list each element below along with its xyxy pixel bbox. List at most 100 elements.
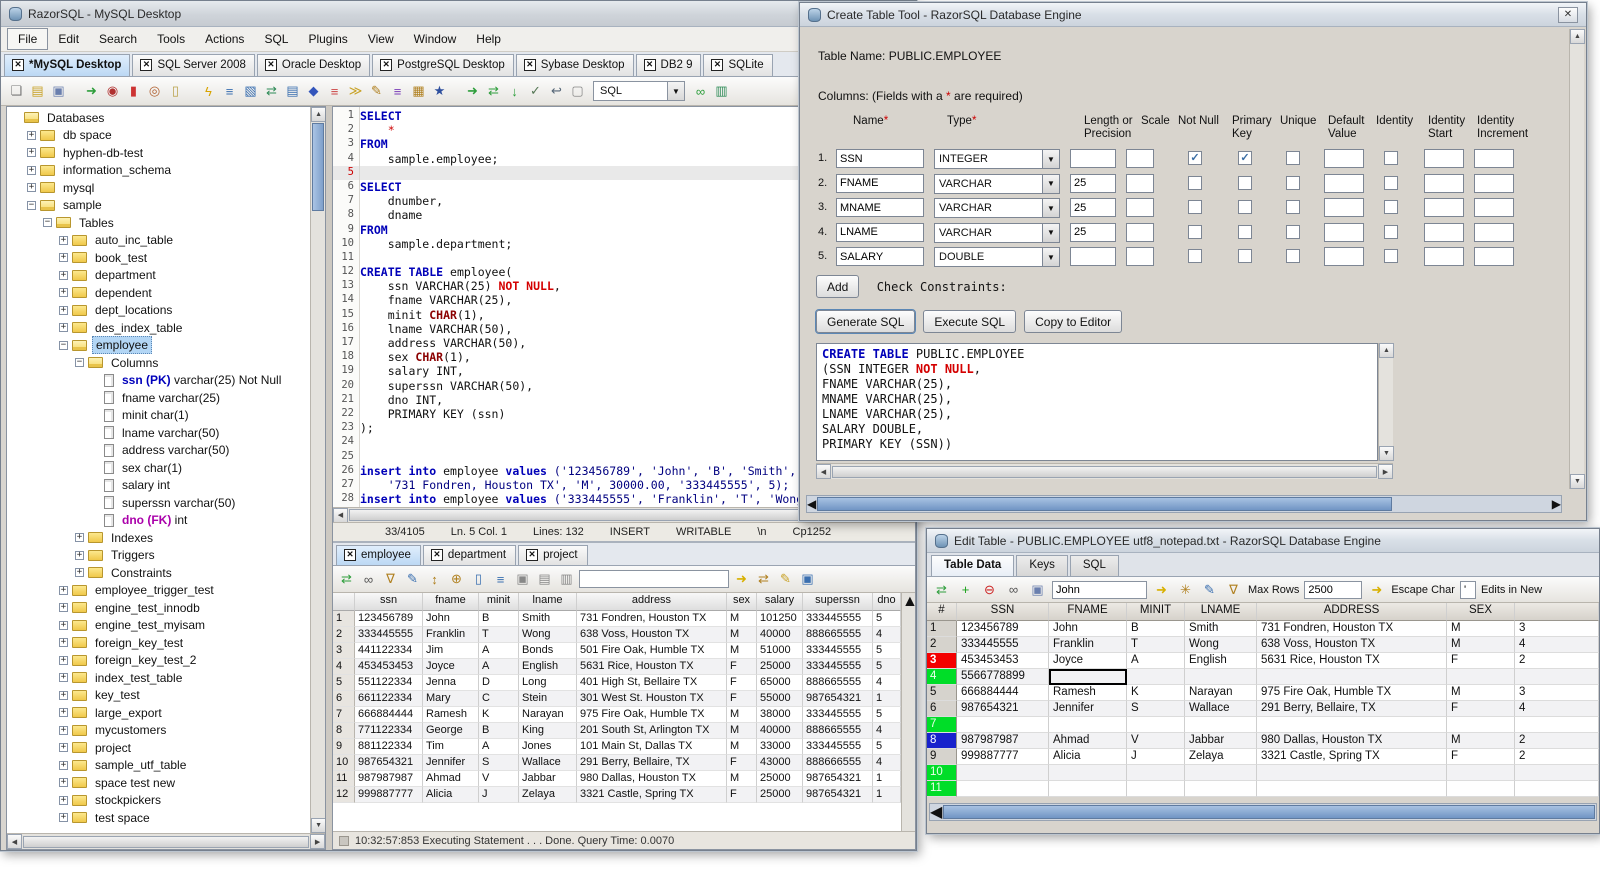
unique-checkbox[interactable] bbox=[1286, 151, 1300, 165]
length-input[interactable] bbox=[1070, 247, 1116, 266]
edit-table-cell[interactable]: English bbox=[1185, 653, 1257, 669]
edit-table-row[interactable]: 1 123456789 John B Smith 731 Fondren, Houston… bbox=[927, 621, 1599, 637]
scale-input[interactable] bbox=[1126, 222, 1154, 242]
connection-tab-postgresql-desktop[interactable]: ✕ PostgreSQL Desktop bbox=[372, 54, 514, 76]
scroll-up-icon[interactable]: ▲ bbox=[902, 593, 915, 611]
identity-increment-input[interactable] bbox=[1474, 173, 1514, 193]
table-cell[interactable]: 987654321 bbox=[803, 787, 873, 803]
tree-item-constraints[interactable]: + Constraints bbox=[7, 564, 310, 582]
tree-item-indexes[interactable]: + Indexes bbox=[7, 529, 310, 547]
row-number[interactable]: 9 bbox=[333, 739, 355, 755]
tree-item-triggers[interactable]: + Triggers bbox=[7, 547, 310, 565]
menu-item-view[interactable]: View bbox=[358, 29, 404, 49]
table-cell[interactable]: Jim bbox=[423, 643, 479, 659]
column-header-rownum[interactable] bbox=[333, 593, 355, 611]
edit-table-cell[interactable]: Alicia bbox=[1049, 749, 1127, 765]
table-cell[interactable]: King bbox=[519, 723, 577, 739]
table-cell[interactable]: 771122334 bbox=[355, 723, 423, 739]
query-builder-icon[interactable]: ▧ bbox=[241, 82, 260, 101]
default-value-input[interactable] bbox=[1324, 222, 1364, 242]
search-go-icon[interactable]: ➜ bbox=[1152, 580, 1171, 599]
table-row[interactable]: 4 453453453 Joyce A English 5631 Rice, Housto… bbox=[333, 659, 901, 675]
table-cell[interactable]: 5631 Rice, Houston TX bbox=[577, 659, 727, 675]
column-name-input[interactable] bbox=[836, 247, 924, 266]
table-cell[interactable]: English bbox=[519, 659, 577, 675]
edit-table-cell[interactable]: Ahmad bbox=[1049, 733, 1127, 749]
length-input[interactable] bbox=[1070, 222, 1116, 242]
length-input[interactable] bbox=[1070, 149, 1116, 168]
edit-table-cell[interactable]: 2 bbox=[1515, 733, 1599, 749]
edit-table-cell[interactable]: T bbox=[1127, 637, 1185, 653]
tree-item-databases[interactable]: Databases bbox=[7, 109, 310, 127]
export-icon[interactable]: ▯ bbox=[469, 570, 488, 589]
table-cell[interactable]: Long bbox=[519, 675, 577, 691]
table-cell[interactable]: 101 Main St, Dallas TX bbox=[577, 739, 727, 755]
tree-item-employee-trigger-test[interactable]: + employee_trigger_test bbox=[7, 582, 310, 600]
table-cell[interactable]: 999887777 bbox=[355, 787, 423, 803]
column-header-ssn[interactable]: ssn bbox=[355, 593, 423, 611]
tree-scroll-thumb[interactable] bbox=[312, 123, 325, 211]
table-cell[interactable]: 5 bbox=[873, 659, 901, 675]
menu-item-window[interactable]: Window bbox=[404, 29, 467, 49]
edit-table-cell[interactable] bbox=[1447, 669, 1515, 685]
table-cell[interactable]: 333445555 bbox=[803, 659, 873, 675]
table-cell[interactable]: M bbox=[727, 771, 757, 787]
dialog-vertical-scrollbar[interactable]: ▲ ▼ bbox=[1569, 29, 1585, 489]
connection-tab-mysql-desktop[interactable]: ✕ *MySQL Desktop bbox=[4, 54, 131, 76]
not-null-checkbox[interactable] bbox=[1188, 224, 1202, 239]
table-row[interactable]: 7 666884444 Ramesh K Narayan 975 Fire Oak, Hu… bbox=[333, 707, 901, 723]
format-sql-icon[interactable]: ≡ bbox=[325, 82, 344, 101]
new-editor-icon[interactable]: ▢ bbox=[568, 82, 587, 101]
tree-expander-icon[interactable]: + bbox=[59, 235, 68, 245]
column-header-address[interactable]: address bbox=[577, 593, 727, 611]
identity-increment-input[interactable] bbox=[1474, 149, 1514, 168]
identity-increment-input[interactable] bbox=[1474, 222, 1514, 242]
column-header-dno[interactable]: dno bbox=[873, 593, 901, 611]
generate-icon[interactable]: ✳ bbox=[1176, 580, 1195, 599]
tree-item-project[interactable]: + project bbox=[7, 739, 310, 757]
primary-key-checkbox[interactable] bbox=[1238, 175, 1252, 190]
tree-expander-icon[interactable]: + bbox=[27, 183, 36, 193]
column-name-input[interactable] bbox=[836, 173, 924, 193]
edit-hscroll-thumb[interactable] bbox=[943, 805, 1595, 819]
table-cell[interactable]: M bbox=[727, 611, 757, 627]
table-cell[interactable]: T bbox=[479, 627, 519, 643]
unique-checkbox[interactable] bbox=[1286, 249, 1300, 263]
scroll-left-icon[interactable]: ◀ bbox=[333, 507, 348, 523]
column-type-select[interactable]: VARCHAR ▼ bbox=[934, 222, 1060, 243]
tree-expander-icon[interactable]: − bbox=[43, 218, 52, 228]
table-cell[interactable]: S bbox=[479, 755, 519, 771]
table-cell[interactable]: 25000 bbox=[757, 771, 803, 787]
edit-table-cell[interactable] bbox=[1447, 765, 1515, 781]
scroll-right-icon[interactable]: ▶ bbox=[1552, 497, 1561, 511]
edit-table-cell[interactable] bbox=[957, 765, 1049, 781]
tree-item-fname-varchar-25[interactable]: fname varchar(25) bbox=[7, 389, 310, 407]
tab-close-icon[interactable]: ✕ bbox=[711, 59, 724, 71]
edit-table-cell[interactable]: 3 bbox=[1515, 685, 1599, 701]
tree-expander-icon[interactable]: + bbox=[59, 778, 68, 788]
tree-expander-icon[interactable]: + bbox=[59, 305, 68, 315]
validate-icon[interactable]: ✓ bbox=[526, 82, 545, 101]
edit-table-cell[interactable] bbox=[1127, 765, 1185, 781]
table-cell[interactable]: Smith bbox=[519, 611, 577, 627]
table-cell[interactable]: Jenna bbox=[423, 675, 479, 691]
not-null-checkbox[interactable]: ✓ bbox=[1188, 151, 1202, 165]
table-cell[interactable]: 65000 bbox=[757, 675, 803, 691]
tree-expander-icon[interactable]: + bbox=[75, 533, 84, 543]
scroll-left-icon[interactable]: ◀ bbox=[816, 464, 831, 479]
menu-item-edit[interactable]: Edit bbox=[48, 29, 89, 49]
table-cell[interactable]: 638 Voss, Houston TX bbox=[577, 627, 727, 643]
tree-item-superssn-varchar-50[interactable]: superssn varchar(50) bbox=[7, 494, 310, 512]
tree-item-engine-test-innodb[interactable]: + engine_test_innodb bbox=[7, 599, 310, 617]
save-icon[interactable]: ▣ bbox=[49, 82, 68, 101]
tree-item-salary-int[interactable]: salary int bbox=[7, 477, 310, 495]
refresh-db-icon[interactable]: ⇄ bbox=[262, 82, 281, 101]
table-cell[interactable]: 55000 bbox=[757, 691, 803, 707]
edit-table-cell[interactable]: M bbox=[1447, 637, 1515, 653]
edit-sql-icon[interactable]: ✎ bbox=[776, 570, 795, 589]
table-cell[interactable]: 5 bbox=[873, 707, 901, 723]
primary-key-checkbox[interactable] bbox=[1238, 249, 1252, 263]
edit-table-cell[interactable] bbox=[1049, 717, 1127, 733]
connect-icon[interactable]: ➜ bbox=[82, 82, 101, 101]
table-cell[interactable]: J bbox=[479, 787, 519, 803]
